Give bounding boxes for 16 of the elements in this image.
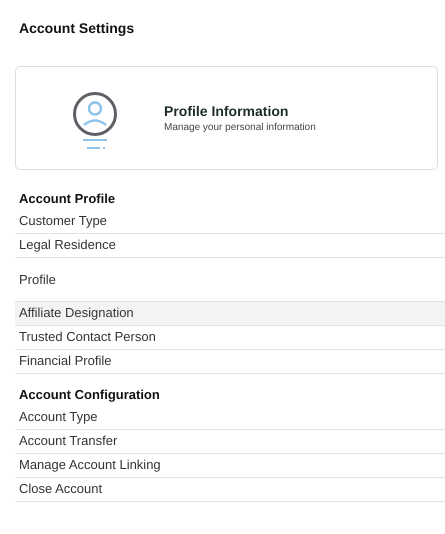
page-title: Account Settings — [19, 20, 136, 38]
card-subtitle: Manage your personal information — [164, 122, 316, 133]
menu-item[interactable]: Account Type — [15, 406, 445, 430]
menu-item[interactable]: Financial Profile — [15, 350, 445, 374]
section-heading: Account Profile — [19, 190, 116, 208]
person-icon — [72, 92, 118, 150]
menu-item[interactable]: Trusted Contact Person — [15, 326, 445, 350]
profile-card[interactable]: Profile Information Manage your personal information — [15, 66, 438, 170]
menu-item[interactable]: Legal Residence — [15, 234, 445, 258]
card-title: Profile Information — [164, 103, 290, 119]
menu-item[interactable]: Customer Type — [15, 210, 445, 234]
menu-item[interactable]: Manage Account Linking — [15, 454, 445, 478]
menu-item[interactable]: Close Account — [15, 478, 445, 502]
menu-item[interactable]: Affiliate Designation — [15, 302, 445, 326]
menu-item[interactable]: Account Transfer — [15, 430, 445, 454]
section-heading: Account Configuration — [19, 386, 161, 404]
